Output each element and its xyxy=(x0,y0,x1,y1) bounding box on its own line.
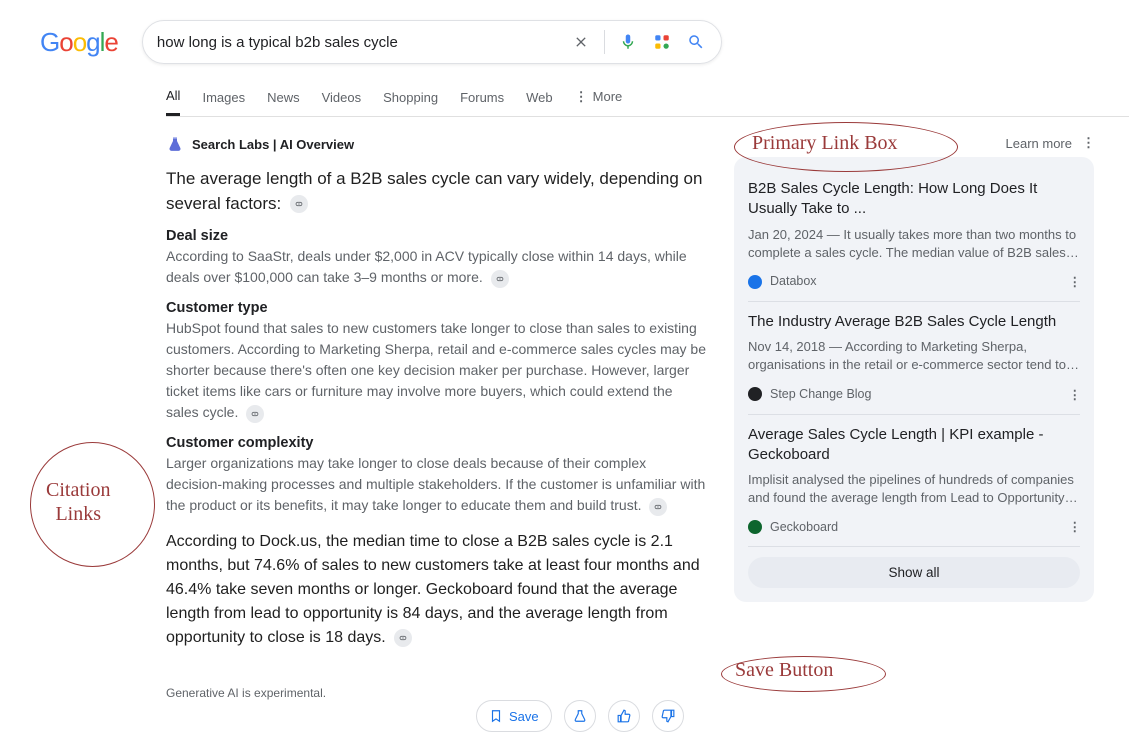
source-result[interactable]: Average Sales Cycle Length | KPI example… xyxy=(748,415,1080,548)
tab-web[interactable]: Web xyxy=(526,80,553,115)
section-heading-deal-size: Deal size xyxy=(166,228,706,244)
tab-more[interactable]: ⋮More xyxy=(575,79,623,115)
google-logo[interactable]: Google xyxy=(40,27,118,58)
thumbs-down-icon xyxy=(661,709,675,723)
section-body-customer-complexity: Larger organizations may take longer to … xyxy=(166,453,706,516)
labs-button[interactable] xyxy=(564,700,596,732)
show-all-button[interactable]: Show all xyxy=(748,557,1080,588)
thumbs-up-button[interactable] xyxy=(608,700,640,732)
ai-overview-header: Search Labs | AI Overview xyxy=(166,135,706,153)
section-heading-customer-complexity: Customer complexity xyxy=(166,435,706,451)
citation-link-icon[interactable] xyxy=(491,270,509,288)
lens-icon[interactable] xyxy=(651,31,673,53)
source-footer: Geckoboard ⋮ xyxy=(748,519,1080,534)
save-button[interactable]: Save xyxy=(476,700,552,732)
source-footer: Step Change Blog ⋮ xyxy=(748,387,1080,402)
search-icon[interactable] xyxy=(685,31,707,53)
source-footer: Databox ⋮ xyxy=(748,274,1080,289)
citation-link-icon[interactable] xyxy=(246,405,264,423)
favicon xyxy=(748,275,762,289)
section-body-deal-size: According to SaaStr, deals under $2,000 … xyxy=(166,246,706,288)
flask-small-icon xyxy=(573,709,587,723)
tab-forums[interactable]: Forums xyxy=(460,80,504,115)
searchbar xyxy=(142,20,722,64)
tab-news[interactable]: News xyxy=(267,80,300,115)
more-options-icon[interactable]: ⋮ xyxy=(1082,135,1094,151)
voice-icon[interactable] xyxy=(617,31,639,53)
ai-conclusion-text: According to Dock.us, the median time to… xyxy=(166,530,706,650)
citation-link-icon[interactable] xyxy=(394,629,412,647)
tabs-row: All Images News Videos Shopping Forums W… xyxy=(166,78,1129,117)
ai-overview-label: Search Labs | AI Overview xyxy=(192,137,354,152)
citation-link-icon[interactable] xyxy=(649,498,667,516)
favicon xyxy=(748,520,762,534)
thumbs-down-button[interactable] xyxy=(652,700,684,732)
flask-icon xyxy=(166,135,184,153)
experimental-label: Generative AI is experimental. xyxy=(166,686,326,700)
bookmark-icon xyxy=(489,709,503,723)
source-title: Average Sales Cycle Length | KPI example… xyxy=(748,425,1080,466)
tab-videos[interactable]: Videos xyxy=(322,80,362,115)
ai-overview-panel: Search Labs | AI Overview The average le… xyxy=(166,135,706,732)
source-result[interactable]: B2B Sales Cycle Length: How Long Does It… xyxy=(748,169,1080,302)
source-result[interactable]: The Industry Average B2B Sales Cycle Len… xyxy=(748,302,1080,415)
source-snippet: Implisit analysed the pipelines of hundr… xyxy=(748,471,1080,507)
source-menu-icon[interactable]: ⋮ xyxy=(1069,387,1081,402)
tab-shopping[interactable]: Shopping xyxy=(383,80,438,115)
annotation-primary-text: Primary Link Box xyxy=(752,132,898,155)
source-snippet: Nov 14, 2018 — According to Marketing Sh… xyxy=(748,338,1080,374)
annotation-citation-text: CitationLinks xyxy=(46,478,110,526)
sources-card: B2B Sales Cycle Length: How Long Does It… xyxy=(734,157,1094,602)
source-title: The Industry Average B2B Sales Cycle Len… xyxy=(748,312,1080,332)
section-heading-customer-type: Customer type xyxy=(166,300,706,316)
sources-panel: Learn more ⋮ B2B Sales Cycle Length: How… xyxy=(734,135,1094,732)
section-body-customer-type: HubSpot found that sales to new customer… xyxy=(166,318,706,423)
tab-all[interactable]: All xyxy=(166,78,180,116)
source-snippet: Jan 20, 2024 — It usually takes more tha… xyxy=(748,226,1080,262)
thumbs-up-icon xyxy=(617,709,631,723)
ai-intro-text: The average length of a B2B sales cycle … xyxy=(166,167,706,216)
separator xyxy=(604,30,605,54)
citation-link-icon[interactable] xyxy=(290,195,308,213)
clear-icon[interactable] xyxy=(570,31,592,53)
tab-images[interactable]: Images xyxy=(202,80,245,115)
source-menu-icon[interactable]: ⋮ xyxy=(1069,519,1081,534)
source-title: B2B Sales Cycle Length: How Long Does It… xyxy=(748,179,1080,220)
source-menu-icon[interactable]: ⋮ xyxy=(1069,274,1081,289)
search-input[interactable] xyxy=(157,34,558,51)
more-dots-icon: ⋮ xyxy=(575,89,587,104)
favicon xyxy=(748,387,762,401)
learn-more-link[interactable]: Learn more xyxy=(1006,136,1072,151)
annotation-save-text: Save Button xyxy=(735,659,833,682)
